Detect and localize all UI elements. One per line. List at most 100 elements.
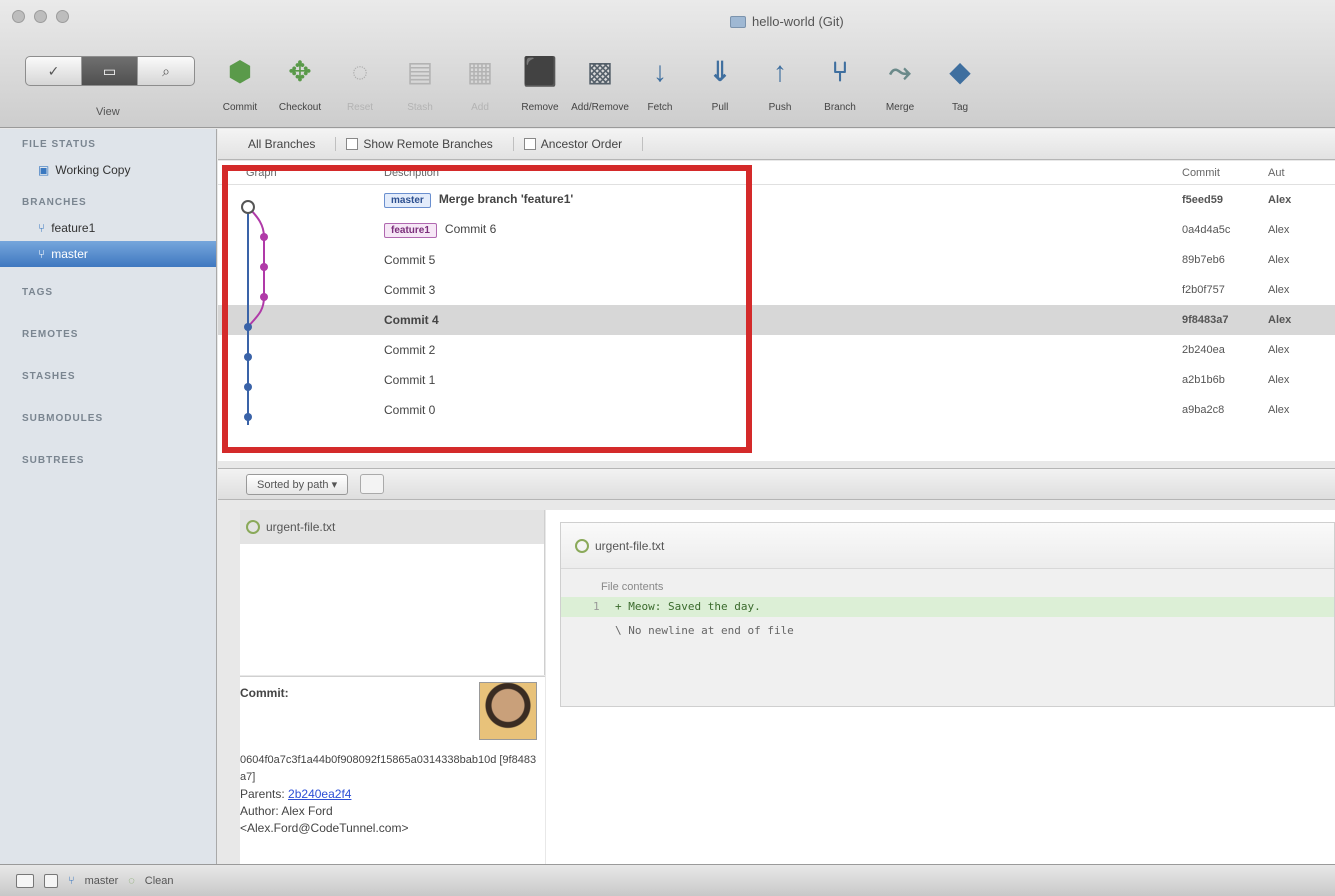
author-cell: Alex <box>1268 404 1290 416</box>
sidebar-header-remotes[interactable]: REMOTES <box>0 323 216 347</box>
branch-icon: ⑂ <box>831 56 849 87</box>
view-label: View <box>96 106 120 118</box>
sort-by-path-dropdown[interactable]: Sorted by path ▾ <box>246 473 349 495</box>
clean-status-icon: ◌ <box>128 874 135 887</box>
add-remove-button[interactable]: ▩ Add/Remove <box>570 48 630 122</box>
view-options-button[interactable] <box>360 474 385 494</box>
author-cell: Alex <box>1268 284 1290 296</box>
show-remote-branches-checkbox[interactable]: Show Remote Branches <box>346 137 514 151</box>
push-button[interactable]: ↑ Push <box>750 48 810 122</box>
toolbar-button-label: Add/Remove <box>571 102 629 113</box>
all-branches-dropdown[interactable]: All Branches <box>248 137 337 151</box>
toolbar-button-label: Merge <box>885 102 915 113</box>
toolbar-button-label: Remove <box>521 102 559 113</box>
minimize-window-button[interactable] <box>34 10 47 23</box>
checkout-icon: ✥ <box>288 56 312 87</box>
fetch-button[interactable]: ↓ Fetch <box>630 48 690 122</box>
working-copy-icon: ▣ <box>38 163 50 177</box>
repository-icon[interactable] <box>44 873 58 888</box>
commit-hash-cell: f5eed59 <box>1182 194 1223 206</box>
branch-icon: ⑂ <box>38 221 46 235</box>
sidebar-item-branch-master[interactable]: ⑂ master <box>0 241 216 267</box>
toolbar-button-label: Branch <box>824 102 856 113</box>
stash-button[interactable]: ▤ Stash <box>390 48 450 122</box>
sidebar-toggle-icon[interactable] <box>16 873 34 888</box>
sidebar-header-stashes[interactable]: STASHES <box>0 365 216 389</box>
diff-panel: urgent-file.txt File contents 1 + Meow: S… <box>560 522 1335 707</box>
remove-button[interactable]: ⬛ Remove <box>510 48 570 122</box>
view-mode-search[interactable]: ⌕ <box>138 57 194 85</box>
modified-status-icon <box>246 520 260 534</box>
add-remove-icon: ▩ <box>586 56 614 87</box>
ancestor-order-checkbox[interactable]: Ancestor Order <box>523 137 644 151</box>
log-filter-bar: All Branches Show Remote Branches Ancest… <box>218 129 1335 160</box>
sidebar: FILE STATUS ▣ Working Copy BRANCHES ⑂ fe… <box>0 129 217 864</box>
checkbox-box[interactable] <box>523 138 536 150</box>
add-button[interactable]: ▦ Add <box>450 48 510 122</box>
commit-author: Author: Alex Ford <box>240 804 333 818</box>
author-cell: Alex <box>1268 314 1292 326</box>
toolbar-button-label: Stash <box>407 102 433 113</box>
merge-button[interactable]: ⤳ Merge <box>870 48 930 122</box>
commit-hash-cell: 9f8483a7 <box>1182 314 1229 326</box>
push-icon: ↑ <box>773 56 787 87</box>
toolbar-button-label: Checkout <box>278 102 322 113</box>
column-header-author[interactable]: Aut <box>1268 167 1335 179</box>
commit-hash-cell: 0a4d4a5c <box>1182 224 1231 236</box>
commit-hash-cell: 2b240ea <box>1182 344 1225 356</box>
sidebar-item-branch-feature1[interactable]: ⑂ feature1 <box>0 215 216 241</box>
close-window-button[interactable] <box>12 10 25 23</box>
diff-area: urgent-file.txt File contents 1 + Meow: S… <box>546 510 1335 864</box>
toolbar-button-label: Reset <box>346 102 374 113</box>
commit-hash-cell: 89b7eb6 <box>1182 254 1225 266</box>
branch-icon: ⑂ <box>38 247 46 261</box>
sidebar-header-branches: BRANCHES <box>22 197 87 208</box>
reset-icon: ◌ <box>351 56 369 87</box>
commit-hash-cell: f2b0f757 <box>1182 284 1225 296</box>
checkbox-box[interactable] <box>346 138 359 150</box>
sidebar-header-subtrees[interactable]: SUBTREES <box>0 449 216 473</box>
reset-button[interactable]: ◌ Reset <box>330 48 390 122</box>
branch-button[interactable]: ⑂ Branch <box>810 48 870 122</box>
sidebar-header-tags[interactable]: TAGS <box>0 281 216 305</box>
sidebar-header-submodules[interactable]: SUBMODULES <box>0 407 216 431</box>
commit-icon: ⬢ <box>227 56 253 87</box>
view-mode-segment[interactable]: ✓ ▭ ⌕ <box>25 56 195 86</box>
modified-status-icon <box>575 538 589 553</box>
tag-icon: ◆ <box>949 56 971 87</box>
fetch-icon: ↓ <box>653 56 667 87</box>
author-cell: Alex <box>1268 224 1290 236</box>
author-avatar <box>479 682 537 740</box>
sidebar-item-working-copy[interactable]: ▣ Working Copy <box>0 157 216 183</box>
file-list-toolbar: Sorted by path ▾ <box>218 468 1335 500</box>
toolbar-button-label: Tag <box>951 102 969 113</box>
window-controls[interactable] <box>12 10 69 23</box>
commit-sha: 0604f0a7c3f1a44b0f908092f15865a0314338ba… <box>240 754 537 783</box>
stash-icon: ▤ <box>406 56 434 87</box>
current-branch: master <box>84 874 119 887</box>
pull-button[interactable]: ⇓ Pull <box>690 48 750 122</box>
status-bar: ⑂ master ◌ Clean <box>0 864 1335 896</box>
commit-details-panel: Commit: 0604f0a7c3f1a44b0f908092f15865a0… <box>240 676 545 864</box>
file-row[interactable]: urgent-file.txt <box>240 510 544 544</box>
tag-button[interactable]: ◆ Tag <box>930 48 990 122</box>
annotation-highlight-box <box>222 165 752 453</box>
main-toolbar: ⬢ Commit ✥ Checkout ◌ Reset ▤ Stash ▦ Add ⬛ Remove ▩… <box>210 48 990 122</box>
diff-file-header: urgent-file.txt <box>561 523 1334 569</box>
column-header-commit[interactable]: Commit <box>1168 167 1268 179</box>
folder-icon <box>730 15 746 28</box>
toolbar-button-label: Pull <box>711 102 729 113</box>
toolbar-button-label: Add <box>471 102 489 113</box>
window-title: hello-world (Git) <box>730 14 844 29</box>
author-cell: Alex <box>1268 254 1290 266</box>
pull-icon: ⇓ <box>708 56 732 87</box>
view-mode-log[interactable]: ▭ <box>82 57 138 85</box>
diff-hunk-header: File contents <box>601 581 664 593</box>
checkout-button[interactable]: ✥ Checkout <box>270 48 330 122</box>
merge-icon: ⤳ <box>888 56 912 87</box>
working-copy-status: Clean <box>144 874 174 887</box>
view-mode-file-status[interactable]: ✓ <box>26 57 82 85</box>
commit-button[interactable]: ⬢ Commit <box>210 48 270 122</box>
zoom-window-button[interactable] <box>56 10 69 23</box>
parent-commit-link[interactable]: 2b240ea2f4 <box>288 787 351 801</box>
